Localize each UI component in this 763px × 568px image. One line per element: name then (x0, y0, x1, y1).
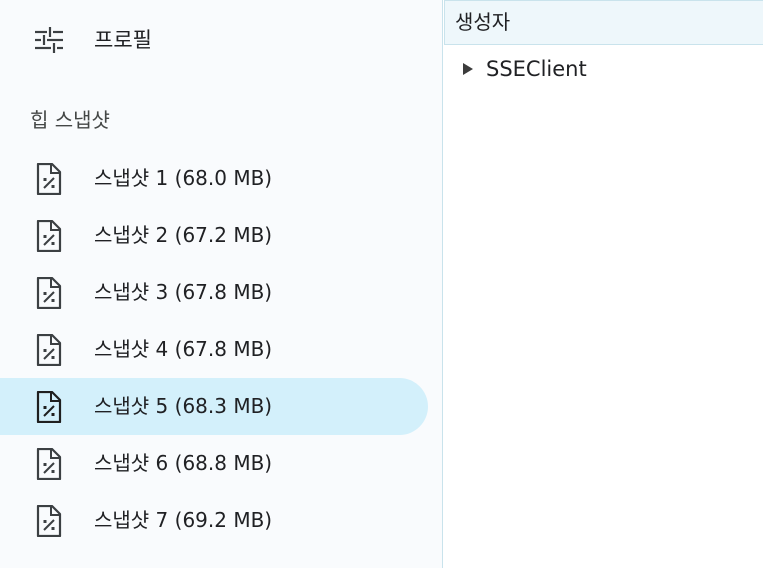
snapshot-list: 스냅샷 1 (68.0 MB) 스냅샷 2 (67.2 MB) 스냅샷 3 (6… (0, 150, 443, 549)
snapshot-view-panel: 생성자 SSEClient (444, 0, 763, 568)
heap-snapshot-file-icon (36, 219, 62, 253)
constructor-column-header[interactable]: 생성자 (444, 0, 763, 45)
profiles-sidebar: 프로필 힙 스냅샷 스냅샷 1 (68.0 MB) 스냅샷 2 (67.2 MB… (0, 0, 443, 568)
heap-snapshot-file-icon (36, 162, 62, 196)
profiles-label: 프로필 (94, 28, 152, 52)
snapshot-item-1[interactable]: 스냅샷 1 (68.0 MB) (0, 150, 428, 207)
snapshot-item-5-selected[interactable]: 스냅샷 5 (68.3 MB) (0, 378, 428, 435)
snapshot-item-4[interactable]: 스냅샷 4 (67.8 MB) (0, 321, 428, 378)
snapshot-label: 스냅샷 3 (67.8 MB) (94, 280, 273, 304)
snapshot-label: 스냅샷 4 (67.8 MB) (94, 337, 273, 361)
sliders-icon (33, 26, 65, 54)
snapshot-item-2[interactable]: 스냅샷 2 (67.2 MB) (0, 207, 428, 264)
heap-snapshot-file-icon (36, 333, 62, 367)
heap-snapshot-file-icon (36, 390, 62, 424)
tree-row-label: SSEClient (486, 57, 587, 81)
heap-snapshots-section-title: 힙 스냅샷 (30, 108, 110, 132)
triangle-right-icon[interactable] (463, 63, 473, 75)
heap-snapshot-file-icon (36, 447, 62, 481)
memory-panel: 프로필 힙 스냅샷 스냅샷 1 (68.0 MB) 스냅샷 2 (67.2 MB… (0, 0, 763, 568)
snapshot-label: 스냅샷 6 (68.8 MB) (94, 451, 273, 475)
snapshot-item-3[interactable]: 스냅샷 3 (67.8 MB) (0, 264, 428, 321)
snapshot-label: 스냅샷 2 (67.2 MB) (94, 223, 273, 247)
heap-snapshot-file-icon (36, 276, 62, 310)
profiles-item[interactable]: 프로필 (0, 14, 430, 64)
constructor-column-title: 생성자 (455, 10, 511, 34)
snapshot-item-7[interactable]: 스냅샷 7 (69.2 MB) (0, 492, 428, 549)
snapshot-label: 스냅샷 5 (68.3 MB) (94, 394, 273, 418)
snapshot-label: 스냅샷 7 (69.2 MB) (94, 508, 273, 532)
snapshot-label: 스냅샷 1 (68.0 MB) (94, 166, 273, 190)
heap-snapshot-file-icon (36, 504, 62, 538)
snapshot-item-6[interactable]: 스냅샷 6 (68.8 MB) (0, 435, 428, 492)
tree-row-sseclient[interactable]: SSEClient (444, 52, 763, 86)
